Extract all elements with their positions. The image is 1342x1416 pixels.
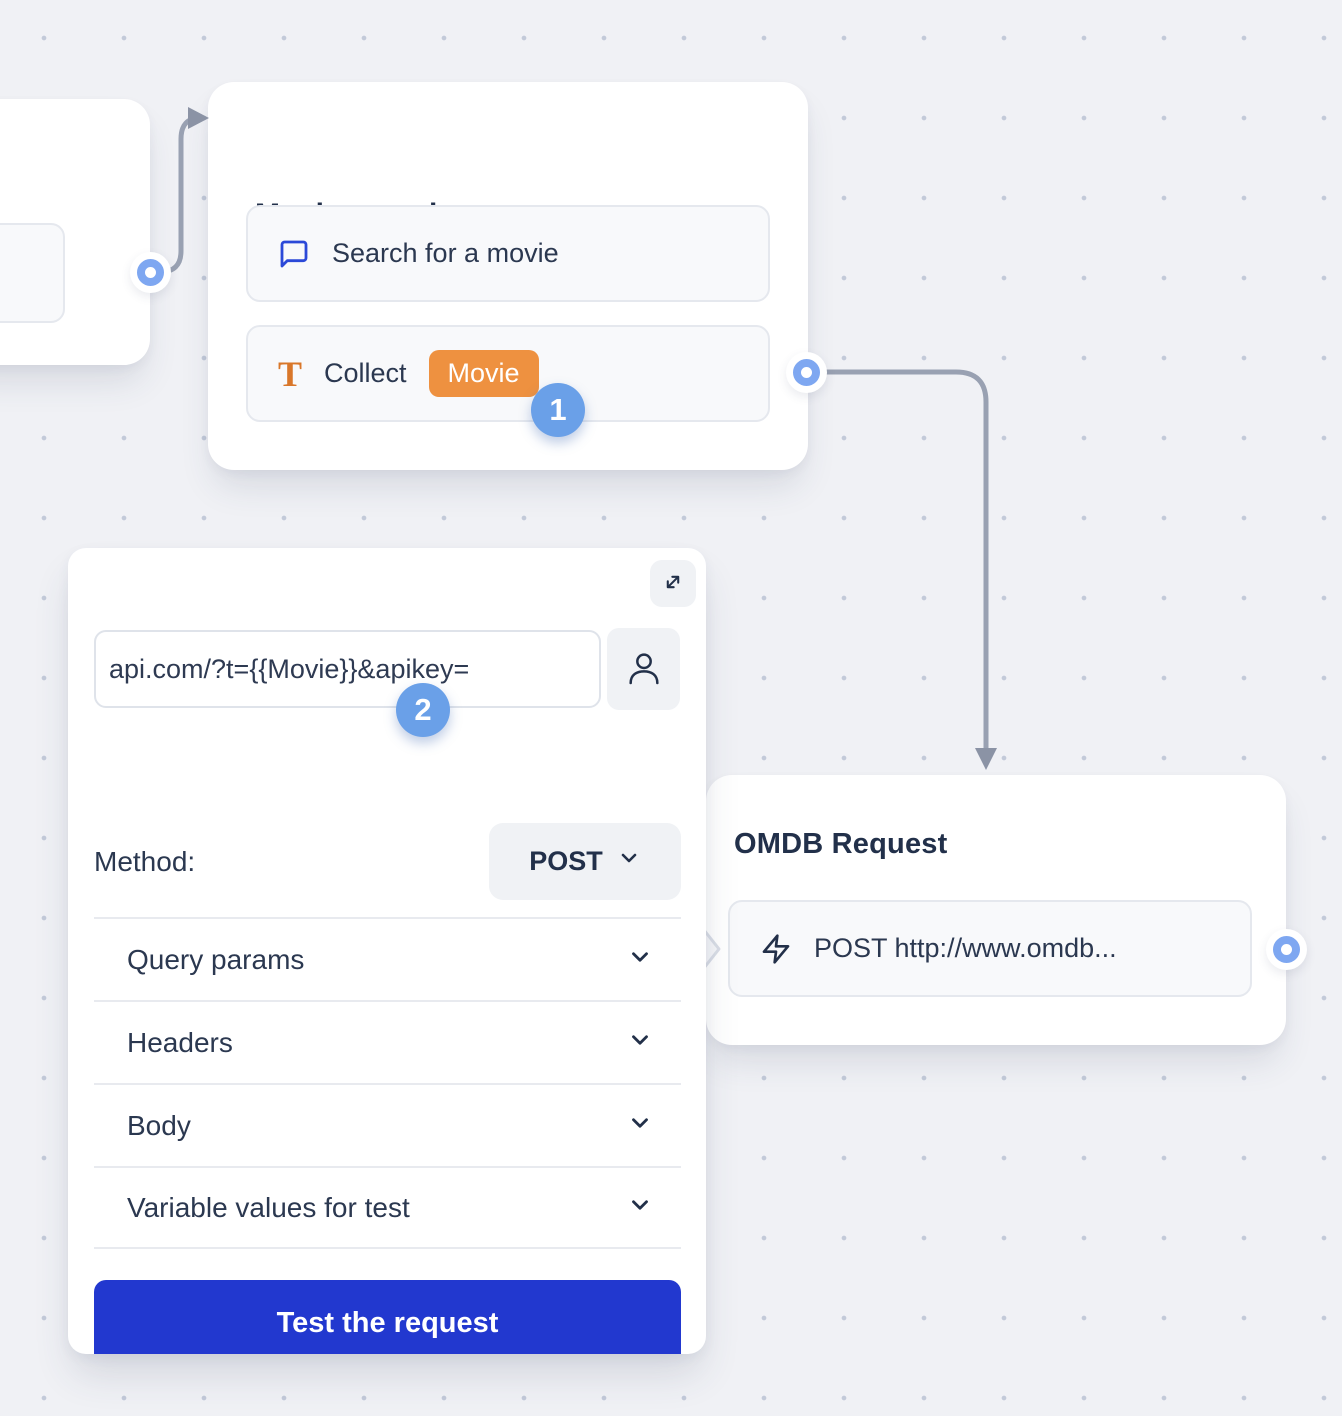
port-left-node-output[interactable] [137,259,164,286]
port-movie-node-output[interactable] [793,359,820,386]
chevron-down-icon [627,1027,653,1058]
chevron-down-icon [627,1110,653,1141]
section-label: Variable values for test [127,1192,410,1224]
step-badge-2: 2 [396,683,450,737]
section-label: Query params [127,944,304,976]
person-button[interactable] [607,628,680,710]
webhook-config-panel[interactable]: api.com/?t={{Movie}}&apikey= Advanced co… [68,548,706,1354]
collapsible-sections: Query params Headers Body Variable value… [94,917,681,1249]
flow-canvas[interactable]: Movie search Search for a movie T Collec… [0,0,1342,1416]
section-query-params[interactable]: Query params [94,917,681,1000]
method-label: Method: [94,846,195,878]
method-value: POST [529,846,603,877]
section-variable-values[interactable]: Variable values for test [94,1166,681,1249]
step-badge-1: 1 [531,383,585,437]
section-body[interactable]: Body [94,1083,681,1166]
chevron-down-icon [627,944,653,975]
test-request-button[interactable]: Test the request [94,1280,681,1354]
section-label: Body [127,1110,191,1142]
section-label: Headers [127,1027,233,1059]
person-icon [624,646,664,693]
url-input-value: api.com/?t={{Movie}}&apikey= [124,654,469,685]
chevron-down-icon [617,846,641,877]
chevron-down-icon [627,1192,653,1223]
section-headers[interactable]: Headers [94,1000,681,1083]
expand-icon [658,567,688,600]
port-omdb-node-output[interactable] [1273,936,1300,963]
method-select[interactable]: POST [489,823,681,900]
method-row: Method: POST [94,823,681,900]
url-input[interactable]: api.com/?t={{Movie}}&apikey= [94,630,601,708]
expand-button[interactable] [650,560,696,607]
